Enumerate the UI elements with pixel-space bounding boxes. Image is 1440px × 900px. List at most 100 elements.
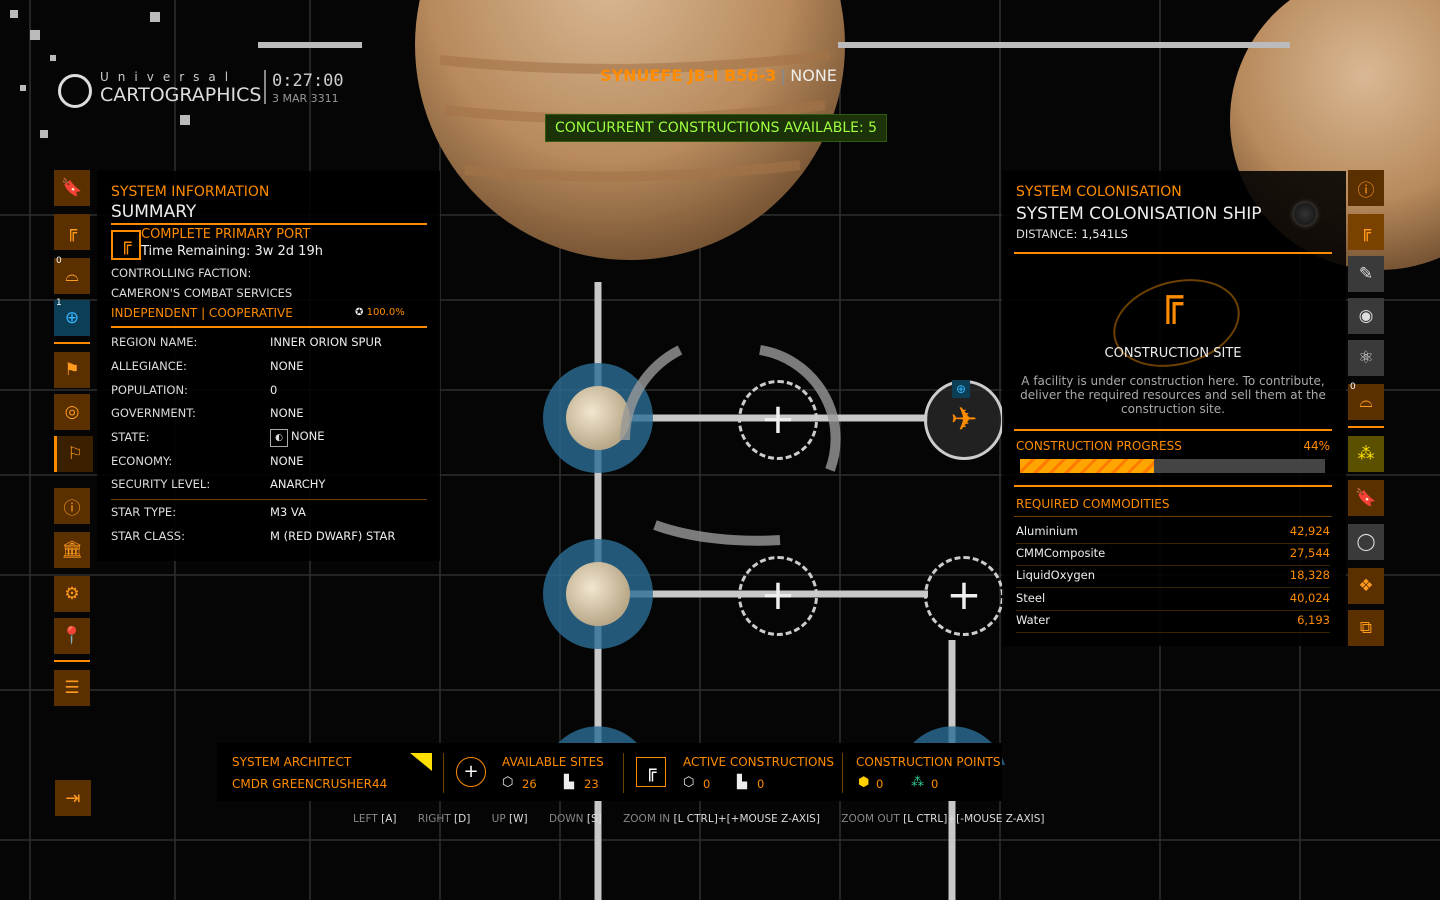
dna-icon[interactable]: ⚛ — [1348, 340, 1384, 376]
state-icon: ◐ — [270, 429, 288, 447]
construction-points-label: CONSTRUCTION POINTS — [856, 755, 1001, 769]
faction-label: CONTROLLING FACTION: — [111, 266, 252, 280]
state-value: NONE — [291, 429, 325, 443]
bank-icon[interactable]: 🏛 — [54, 532, 90, 568]
exit-icon[interactable]: ⇥ — [55, 780, 91, 816]
orbital-site-icon: ⬡ — [683, 775, 695, 790]
network-icon[interactable]: ⁂ — [1348, 436, 1384, 472]
bookmark-icon[interactable]: 🔖 — [54, 170, 90, 206]
commodity-row[interactable]: Steel 40,024 — [1016, 591, 1330, 611]
target-icon[interactable]: ◎ — [54, 394, 90, 430]
add-site-icon[interactable]: + — [456, 757, 486, 787]
planet-landing-icon[interactable]: 0 ⌓ — [54, 256, 90, 294]
info-label: GOVERNMENT: — [111, 406, 196, 420]
row-rule — [1016, 543, 1330, 544]
panel-rule — [1014, 252, 1332, 254]
active-orbital-count: 0 — [703, 777, 711, 791]
swap-icon[interactable]: ⧉ — [1348, 610, 1384, 646]
nodes-icon[interactable]: ❖ — [1348, 568, 1384, 604]
globe-icon[interactable]: 1 ⊕ — [54, 298, 90, 336]
influence-value: 100.0% — [366, 307, 405, 318]
info-label: STAR CLASS: — [111, 529, 185, 543]
commodity-row[interactable]: Aluminium 42,924 — [1016, 524, 1330, 544]
commodity-row[interactable]: Water 6,193 — [1016, 613, 1330, 633]
bar-divider — [842, 753, 843, 793]
logo-universal: Universal — [100, 70, 238, 84]
crane-icon[interactable]: ╔ — [636, 757, 666, 787]
commodity-qty: 6,193 — [1297, 613, 1330, 627]
system-title: SYNUEFE JB-I B56-3 | NONE — [600, 66, 860, 85]
commodity-row[interactable]: CMMComposite 27,544 — [1016, 546, 1330, 566]
hint-key: [S] — [586, 813, 602, 825]
map-pin-icon[interactable]: 📍 — [54, 618, 90, 654]
top-divider-left — [258, 42, 362, 48]
system-name: SYNUEFE JB-I B56-3 — [600, 66, 777, 85]
architect-name: CMDR GREENCRUSHER44 — [232, 777, 388, 791]
sidebar-divider — [1348, 426, 1384, 428]
hint-label: ZOOM OUT — [841, 813, 900, 825]
progress-value: 44% — [1303, 439, 1330, 453]
hint-key: [L CTRL]+[-MOUSE Z-AXIS] — [903, 813, 1045, 825]
bookmark-icon[interactable]: 🔖 — [1348, 480, 1384, 516]
info-label: ALLEGIANCE: — [111, 359, 187, 373]
tier2-points-icon: ⬢ — [858, 775, 870, 790]
hint-label: ZOOM IN — [623, 813, 671, 825]
logo-divider — [264, 70, 266, 104]
commodity-qty: 18,328 — [1289, 568, 1330, 582]
tier2-points: 0 — [876, 777, 884, 791]
traffic-icon[interactable]: ⚑ — [54, 352, 90, 388]
key-hints: LEFT [A] RIGHT [D] UP [W] DOWN [S] ZOOM … — [353, 813, 1063, 825]
badge: 0 — [56, 256, 62, 266]
progress-bar — [1020, 459, 1325, 473]
gear-icon[interactable]: ⚙ — [54, 576, 90, 612]
row-rule — [1016, 587, 1330, 588]
row-rule — [1016, 565, 1330, 566]
tier3-points-icon: ⁂ — [911, 775, 924, 790]
info-icon[interactable]: ⓘ — [54, 488, 90, 524]
target-icon[interactable]: ◉ — [1348, 298, 1384, 334]
ring-icon[interactable]: ◯ — [1348, 524, 1384, 560]
empty-site-node[interactable]: + — [738, 556, 818, 636]
top-divider-right — [838, 42, 1290, 48]
bar-divider — [443, 753, 444, 793]
empty-site-node[interactable]: + — [738, 380, 818, 460]
empty-site-node[interactable]: + — [924, 556, 1004, 636]
info-label: SECURITY LEVEL: — [111, 477, 211, 491]
required-commodities-label: REQUIRED COMMODITIES — [1016, 497, 1170, 511]
flag-icon[interactable]: ⚐ — [54, 436, 93, 472]
info-value: M3 VA — [270, 505, 306, 519]
info-value: NONE — [270, 359, 304, 373]
commodity-name: LiquidOxygen — [1016, 568, 1096, 582]
hint-key: [A] — [381, 813, 397, 825]
construction-site-icon: ╔ — [1158, 278, 1184, 324]
commodity-qty: 42,924 — [1289, 524, 1330, 538]
logo-cartographics: CARTOGRAPHICS — [100, 84, 262, 106]
commodity-name: Aluminium — [1016, 524, 1078, 538]
hint-label: DOWN — [548, 813, 584, 825]
planet-landing-icon[interactable]: 0 ⌓ — [1348, 382, 1384, 420]
active-surface-count: 0 — [757, 777, 765, 791]
distance: DISTANCE: 1,541LS — [1016, 227, 1128, 241]
panel-rule — [1014, 516, 1332, 517]
crane-icon[interactable]: ╔ — [54, 214, 90, 250]
edit-planet-icon[interactable]: ✎ — [1348, 256, 1384, 292]
info-icon[interactable]: ⓘ — [1348, 170, 1384, 206]
construction-icon[interactable]: ╔ — [1348, 214, 1384, 250]
badge: 1 — [56, 298, 62, 308]
available-orbital-count: 26 — [522, 777, 537, 791]
info-label: STAR TYPE: — [111, 505, 177, 519]
star-icon — [1294, 203, 1316, 225]
commodity-name: Water — [1016, 613, 1050, 627]
architect-label: SYSTEM ARCHITECT — [232, 755, 352, 769]
list-icon[interactable]: ☰ — [54, 670, 90, 706]
info-value: INNER ORION SPUR — [270, 335, 382, 349]
surface-site-icon: ▙ — [737, 775, 747, 790]
panel-title: SUMMARY — [111, 202, 197, 222]
row-rule — [1016, 610, 1330, 611]
distance-label: DISTANCE: — [1016, 227, 1078, 241]
port-name: COMPLETE PRIMARY PORT — [141, 227, 311, 242]
info-value: ◐ NONE — [270, 429, 325, 447]
active-constructions-label: ACTIVE CONSTRUCTIONS — [683, 755, 835, 769]
sidebar-divider — [54, 342, 90, 344]
commodity-row[interactable]: LiquidOxygen 18,328 — [1016, 568, 1330, 588]
